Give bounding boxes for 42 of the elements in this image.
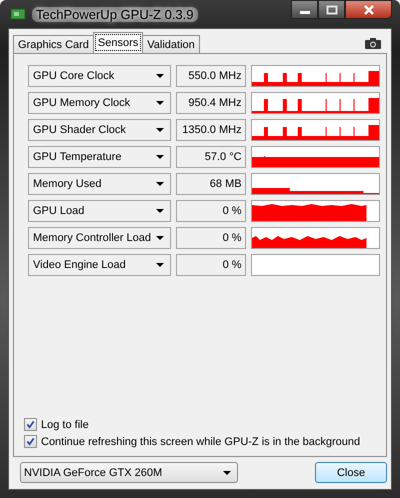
caret-icon — [156, 155, 164, 159]
caret-icon — [156, 263, 164, 267]
caret-icon — [223, 470, 231, 474]
close-button[interactable] — [345, 0, 392, 19]
checkbox-label: Continue refreshing this screen while GPU-Z is in the background — [41, 436, 360, 448]
graphics-card-icon — [10, 6, 26, 22]
maximize-button[interactable] — [318, 0, 345, 19]
caret-icon — [156, 74, 164, 78]
close-icon — [362, 4, 374, 14]
sensor-value: 0 % — [176, 254, 246, 276]
tab[interactable]: Validation — [142, 35, 200, 53]
sensor-value: 57.0 °C — [176, 146, 246, 168]
sensor-value: 0 % — [176, 200, 246, 222]
sensor-value: 950.4 MHz — [176, 92, 246, 114]
sensor-dropdown[interactable]: GPU Core Clock — [28, 65, 172, 87]
sensor-dropdown[interactable]: Video Engine Load — [28, 254, 172, 276]
caret-icon — [156, 182, 164, 186]
sensor-dropdown[interactable]: GPU Shader Clock — [28, 119, 172, 141]
sensor-dropdown[interactable]: Memory Used — [28, 173, 172, 195]
sensor-value: 1350.0 MHz — [176, 119, 246, 141]
caret-icon — [156, 128, 164, 132]
sensor-dropdown[interactable]: GPU Memory Clock — [28, 92, 172, 114]
checkbox[interactable] — [24, 435, 37, 448]
camera-icon[interactable] — [365, 37, 381, 49]
sensor-value: 550.0 MHz — [176, 65, 246, 87]
maximize-icon — [326, 4, 338, 14]
minimize-icon — [300, 11, 310, 14]
tab[interactable]: Graphics Card — [13, 35, 94, 53]
checkbox[interactable] — [24, 418, 37, 431]
tab[interactable]: Sensors — [92, 32, 144, 53]
caret-icon — [156, 236, 164, 240]
sensor-value: 0 % — [176, 227, 246, 249]
sensor-dropdown[interactable]: GPU Load — [28, 200, 172, 222]
close-dialog-button[interactable]: Close — [315, 462, 387, 483]
sensor-value: 68 MB — [176, 173, 246, 195]
checkbox-label: Log to file — [41, 418, 89, 430]
sensor-dropdown[interactable]: GPU Temperature — [28, 146, 172, 168]
minimize-button[interactable] — [291, 0, 318, 19]
gpu-dropdown[interactable]: NVIDIA GeForce GTX 260M — [20, 462, 238, 483]
caret-icon — [156, 101, 164, 105]
sensor-dropdown[interactable]: Memory Controller Load — [28, 227, 172, 249]
caret-icon — [156, 209, 164, 213]
